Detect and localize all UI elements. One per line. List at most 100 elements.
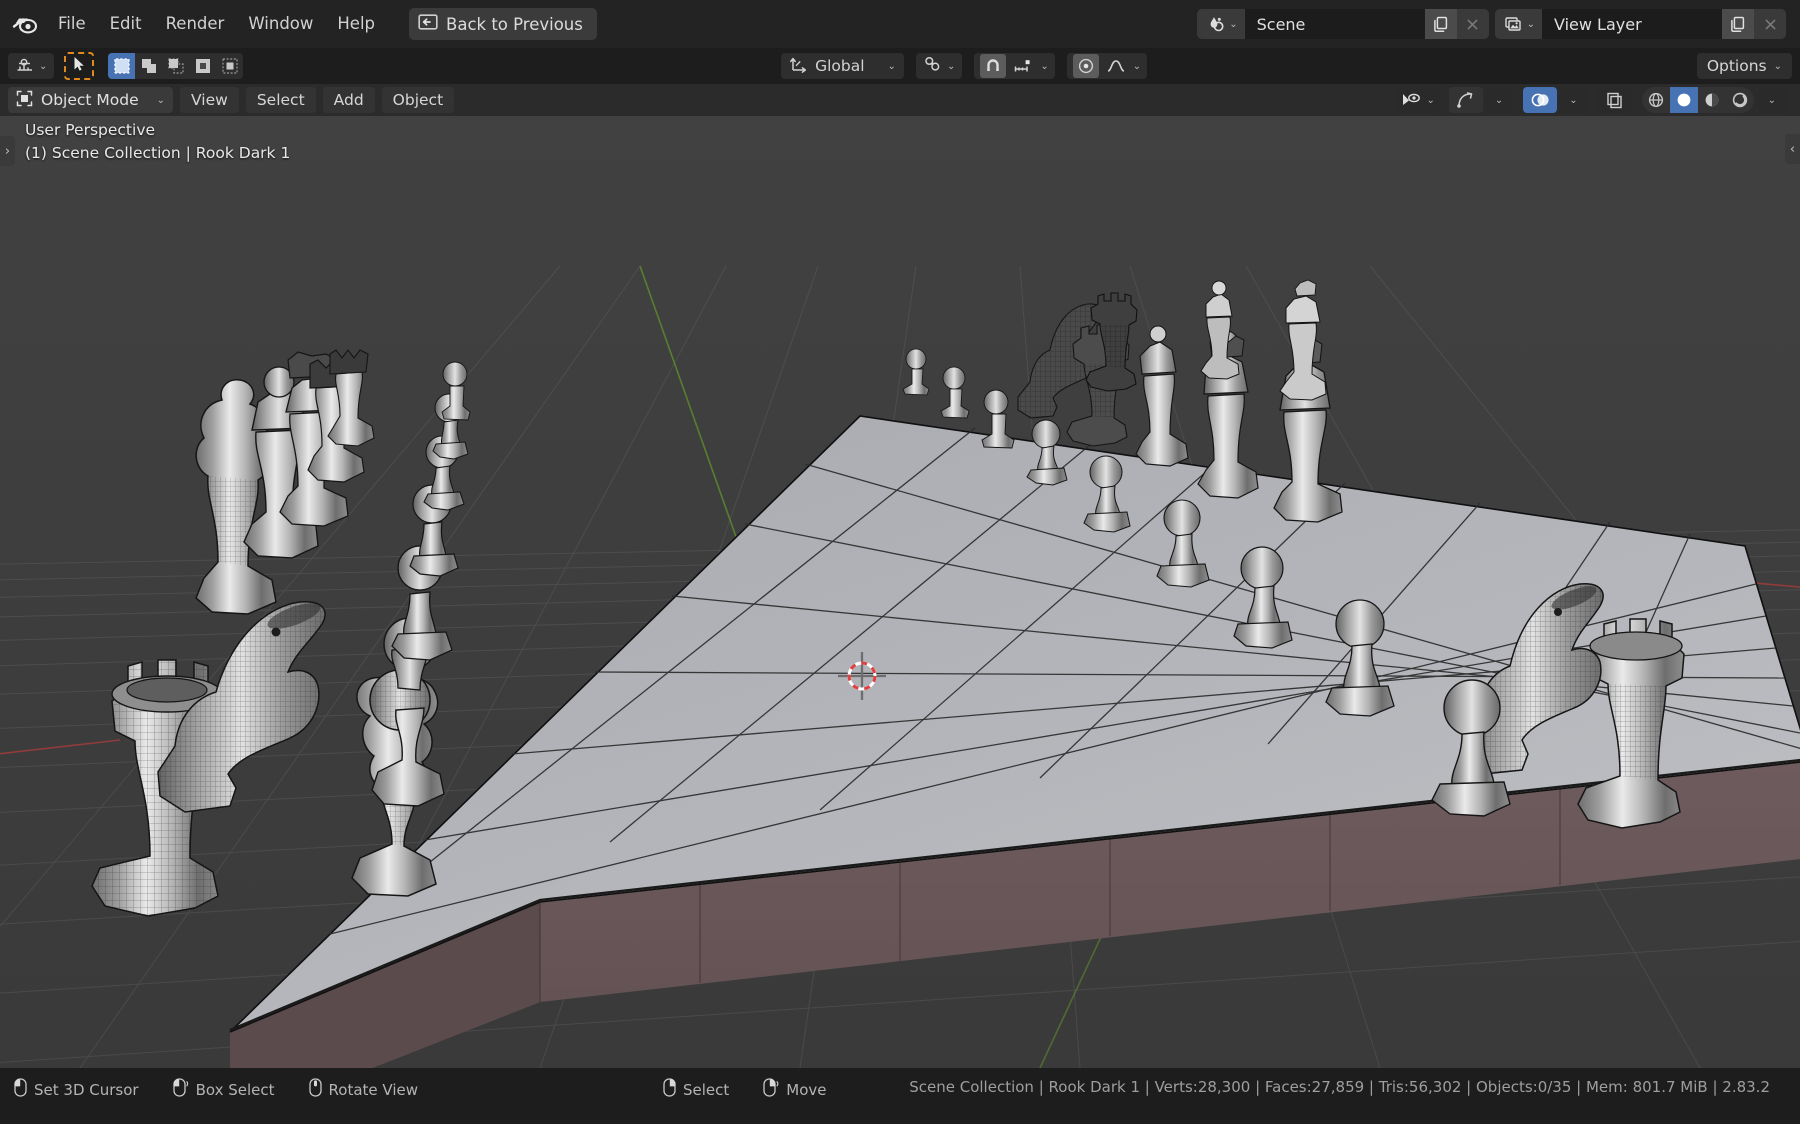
status-hint-label: Set 3D Cursor (34, 1080, 139, 1099)
view-layer-name-field[interactable]: View Layer (1542, 9, 1722, 39)
mouse-middle-icon (308, 1078, 322, 1101)
overlays-toggle[interactable] (1523, 87, 1558, 113)
select-subtract-icon[interactable] (162, 53, 189, 79)
viewport-shading-group (1641, 87, 1754, 113)
chevron-down-icon: ⌄ (1569, 94, 1578, 106)
view-layer-browse-icon[interactable]: ⌄ (1494, 9, 1542, 39)
select-mode-group (108, 53, 244, 79)
chevron-down-icon: ⌄ (1494, 94, 1504, 106)
object-mode-icon (16, 90, 33, 111)
back-to-previous-button[interactable]: Back to Previous (409, 8, 597, 40)
gizmo-dropdown[interactable]: ⌄ (1484, 87, 1514, 113)
vp-menu-select[interactable]: Select (245, 87, 316, 113)
menu-window[interactable]: Window (236, 9, 325, 39)
shading-material-preview-icon[interactable] (1698, 87, 1726, 113)
status-hint-select: Select (663, 1078, 729, 1101)
menu-render[interactable]: Render (154, 9, 237, 39)
status-hint-label: Move (786, 1080, 827, 1099)
menu-help[interactable]: Help (325, 9, 387, 39)
view-layer-unlink-button[interactable] (1754, 9, 1786, 39)
vp-menu-object[interactable]: Object (381, 87, 455, 113)
xray-toggle-icon (1602, 88, 1628, 112)
mouse-right-drag-icon (763, 1078, 779, 1101)
gizmo-icon (1453, 88, 1479, 112)
overlays-dropdown[interactable]: ⌄ (1559, 87, 1588, 113)
panel-expand-left-icon[interactable]: ‹ (1785, 134, 1800, 164)
proportional-edit-group: ⌄ (1066, 53, 1148, 79)
falloff-smooth-icon[interactable] (1103, 54, 1129, 78)
chevron-down-icon: ⌄ (1426, 94, 1435, 106)
overlays-icon (1527, 88, 1553, 112)
transform-orientation-label: Global (815, 57, 865, 75)
scene-new-button[interactable] (1424, 9, 1457, 39)
status-bar: Set 3D Cursor Box Select Rotate View Sel… (0, 1068, 1800, 1124)
options-dropdown[interactable]: Options ⌄ (1696, 53, 1793, 79)
viewport-render (0, 116, 1800, 1068)
select-invert-icon[interactable] (189, 53, 216, 79)
magnet-icon[interactable] (980, 54, 1007, 78)
select-set-icon[interactable] (108, 53, 136, 79)
3d-viewport[interactable]: User Perspective (1) Scene Collection | … (0, 116, 1800, 1068)
snap-increment-icon[interactable] (1010, 54, 1036, 78)
chevron-down-icon: ⌄ (39, 60, 48, 72)
select-intersect-icon[interactable] (216, 53, 243, 79)
scene-unlink-button[interactable] (1456, 9, 1489, 39)
status-hint-label: Rotate View (328, 1080, 418, 1099)
options-label: Options (1706, 57, 1767, 75)
shading-wireframe-icon[interactable] (1642, 87, 1670, 113)
object-visibility-icon (1398, 88, 1424, 112)
chevron-down-icon: ⌄ (156, 94, 166, 106)
back-arrow-screen-icon (418, 13, 438, 35)
object-mode-dropdown[interactable]: Object Mode ⌄ (8, 87, 174, 113)
scene-statistics: Scene Collection | Rook Dark 1 | Verts:2… (909, 1078, 1770, 1096)
tool-header-bar: ⌄ Global ⌄ ⌄ ⌄ ⌄ Options ⌄ (0, 48, 1800, 84)
back-to-previous-label: Back to Previous (446, 14, 583, 34)
mouse-right-icon (663, 1078, 676, 1101)
proportional-edit-icon[interactable] (1072, 54, 1099, 78)
xray-toggle[interactable] (1597, 87, 1632, 113)
menu-edit[interactable]: Edit (98, 9, 154, 39)
chevron-down-icon: ⌄ (1767, 94, 1776, 106)
viewport-header-bar: Object Mode ⌄ View Select Add Object ⌄ ⌄… (0, 84, 1800, 116)
shading-solid-icon[interactable] (1669, 87, 1698, 113)
status-hint-set-3d-cursor: Set 3D Cursor (14, 1078, 139, 1101)
pivot-point-dropdown[interactable]: ⌄ (915, 53, 963, 79)
chevron-down-icon: ⌄ (1773, 60, 1783, 72)
status-hint-label: Box Select (195, 1080, 275, 1099)
status-hint-move: Move (763, 1078, 827, 1101)
transform-orientation-dropdown[interactable]: Global ⌄ (781, 53, 904, 79)
scene-name-field[interactable]: Scene (1244, 9, 1425, 39)
blender-logo-icon[interactable] (8, 9, 42, 39)
object-mode-label: Object Mode (41, 91, 139, 109)
status-hint-rotate-view: Rotate View (308, 1078, 418, 1101)
view-layer-new-button[interactable] (1722, 9, 1754, 39)
gizmo-toggle[interactable] (1448, 87, 1483, 113)
chevron-down-icon: ⌄ (1229, 18, 1238, 30)
chevron-down-icon: ⌄ (887, 60, 896, 72)
select-extend-icon[interactable] (135, 53, 162, 79)
chevron-down-icon: ⌄ (946, 60, 956, 72)
chevron-down-icon: ⌄ (1132, 60, 1142, 72)
top-menu-bar: File Edit Render Window Help Back to Pre… (0, 0, 1800, 48)
scene-browse-icon[interactable]: ⌄ (1197, 9, 1245, 39)
mouse-left-drag-icon (172, 1078, 189, 1101)
chevron-down-icon: ⌄ (1040, 60, 1049, 72)
chevron-down-icon: ⌄ (1526, 18, 1535, 30)
menu-file[interactable]: File (46, 9, 98, 39)
editor-type-3dview-icon[interactable]: ⌄ (8, 53, 55, 79)
status-hint-label: Select (683, 1080, 730, 1099)
vp-menu-view[interactable]: View (180, 87, 239, 113)
vp-menu-add[interactable]: Add (322, 87, 375, 113)
shading-rendered-icon[interactable] (1726, 87, 1754, 113)
active-tool-select-box[interactable] (64, 52, 95, 80)
panel-expand-right-icon[interactable]: › (0, 136, 15, 166)
status-hint-box-select: Box Select (172, 1078, 275, 1101)
view-layer-selector: ⌄ View Layer (1494, 9, 1786, 39)
blender-window: File Edit Render Window Help Back to Pre… (0, 0, 1800, 1124)
pivot-median-icon (923, 55, 943, 77)
object-visibility-dropdown[interactable]: ⌄ (1394, 87, 1439, 113)
orientation-axes-icon (789, 55, 808, 78)
cursor-arrow-icon (73, 56, 86, 76)
shading-dropdown[interactable]: ⌄ (1757, 87, 1786, 113)
snapping-group: ⌄ (974, 53, 1055, 79)
